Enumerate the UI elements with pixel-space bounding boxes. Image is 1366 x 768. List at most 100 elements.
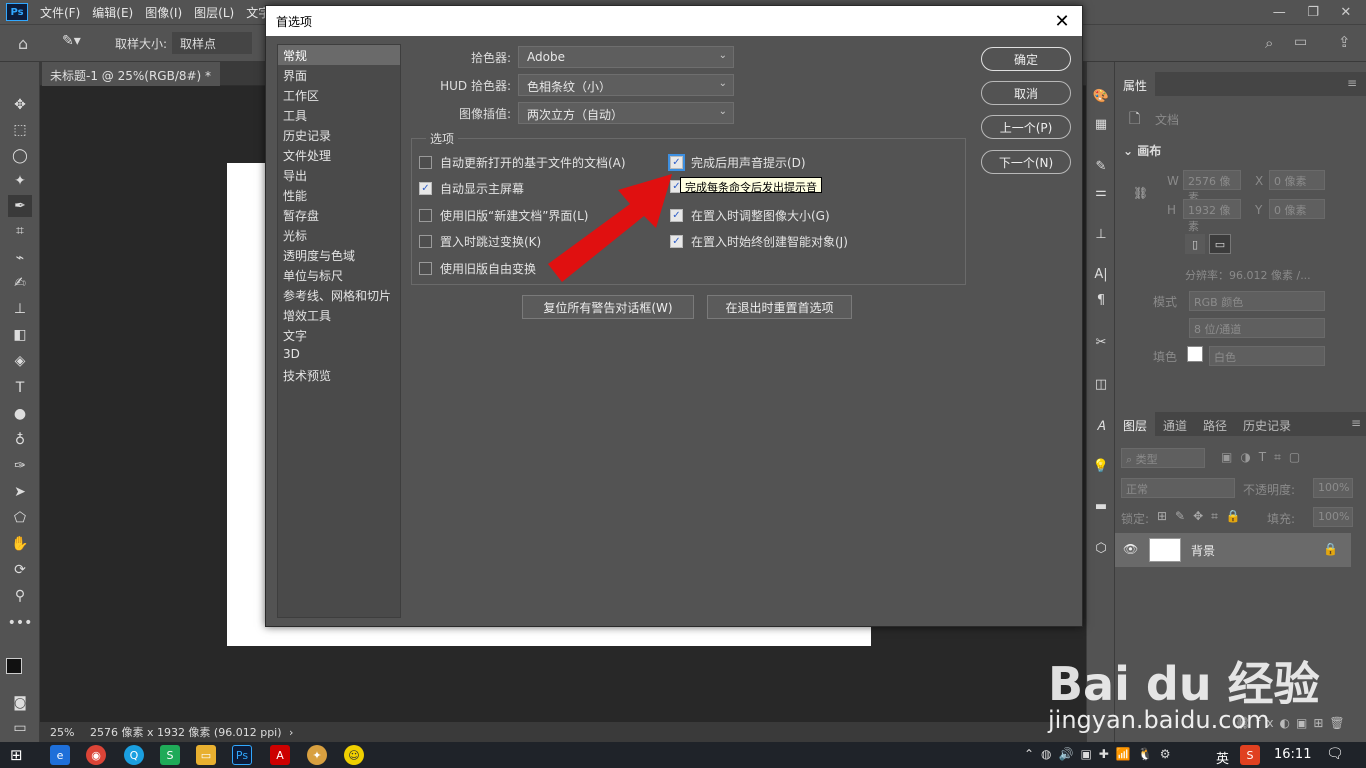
opacity-field[interactable]: 100% — [1313, 478, 1353, 498]
opt-legacy-free-transform[interactable]: 使用旧版自由变换 — [419, 260, 536, 277]
cancel-button[interactable]: 取消 — [981, 81, 1071, 105]
tray-icons[interactable]: ⌃◍🔊▣✚📶🐧⚙ — [1024, 747, 1178, 761]
fill-select[interactable]: 白色 — [1209, 346, 1325, 366]
dialog-close-icon[interactable]: ✕ — [1050, 9, 1074, 33]
palette-icon[interactable]: 🎨 — [1091, 86, 1111, 106]
lasso-tool-icon[interactable]: ◯ — [8, 145, 32, 167]
nav-item[interactable]: 单位与标尺 — [278, 265, 400, 285]
rotate-view-icon[interactable]: ⟳ — [8, 559, 32, 581]
blend-mode-select[interactable]: 正常 — [1121, 478, 1235, 498]
stamp-tool-icon[interactable]: ⊥ — [8, 298, 32, 320]
width-field[interactable]: 2576 像素 — [1183, 170, 1241, 204]
nav-item[interactable]: 3D — [278, 345, 400, 365]
dodge-tool-icon[interactable]: ♁ — [8, 429, 32, 451]
nav-item[interactable]: 技术预览 — [278, 365, 400, 385]
visibility-eye-icon[interactable]: 👁 — [1123, 542, 1138, 556]
bit-depth-select[interactable]: 8 位/通道 — [1189, 318, 1325, 338]
learn-icon[interactable]: 💡 — [1091, 456, 1111, 476]
blur-tool-icon[interactable]: ● — [8, 403, 32, 425]
app-icon[interactable]: ✦ — [307, 745, 327, 765]
windows-start-icon[interactable]: ⊞ — [10, 746, 23, 764]
quick-mask-icon[interactable]: ◙ — [8, 692, 32, 714]
hud-picker-select[interactable]: 色相条纹（小） ⌄ — [518, 74, 734, 96]
clock[interactable]: 16:11 — [1274, 747, 1311, 762]
interpolation-select[interactable]: 两次立方（自动） ⌄ — [518, 102, 734, 124]
swatches-icon[interactable]: ▦ — [1091, 114, 1111, 134]
tab-history[interactable]: 历史记录 — [1235, 412, 1299, 436]
mode-select[interactable]: RGB 颜色 — [1189, 291, 1325, 311]
checkbox[interactable] — [419, 262, 432, 275]
browser-icon[interactable]: Q — [124, 745, 144, 765]
crop-tool-icon[interactable]: ⌗ — [8, 220, 32, 242]
checkbox[interactable] — [419, 235, 432, 248]
sogou-icon[interactable]: S — [1240, 745, 1260, 765]
healing-brush-icon[interactable]: ⌁ — [8, 247, 32, 269]
tab-paths[interactable]: 路径 — [1195, 412, 1235, 436]
layer-filter-select[interactable]: ⌕ 类型 — [1121, 448, 1205, 468]
checkbox[interactable] — [419, 209, 432, 222]
zoom-tool-icon[interactable]: ⚲ — [8, 585, 32, 607]
share-icon[interactable]: ⇪ — [1338, 33, 1351, 51]
clone-source-icon[interactable]: ⊥ — [1091, 224, 1111, 244]
opt-show-home-screen[interactable]: ✓ 自动显示主屏幕 — [419, 180, 524, 197]
type-tool-icon[interactable]: T — [8, 377, 32, 399]
eraser-tool-icon[interactable]: ◧ — [8, 324, 32, 346]
eyedropper-tool-icon[interactable]: ✒ — [8, 195, 32, 217]
hand-tool-icon[interactable]: ✋ — [8, 533, 32, 555]
app-icon-2[interactable]: ☺ — [344, 745, 364, 765]
gradients-icon[interactable]: ▬ — [1091, 496, 1111, 516]
reset-prefs-on-quit-button[interactable]: 在退出时重置首选项 — [707, 295, 852, 319]
path-select-icon[interactable]: ➤ — [8, 481, 32, 503]
checkbox[interactable] — [419, 156, 432, 169]
fill-opacity-field[interactable]: 100% — [1313, 507, 1353, 527]
reset-warnings-button[interactable]: 复位所有警告对话框(W) — [522, 295, 694, 319]
nav-item[interactable]: 光标 — [278, 225, 400, 245]
paragraph-icon[interactable]: ¶ — [1091, 290, 1111, 310]
chevron-right-icon[interactable]: › — [289, 726, 293, 739]
layers-menu-icon[interactable]: ≡ — [1351, 416, 1361, 430]
tab-layers[interactable]: 图层 — [1115, 412, 1156, 436]
layer-row-background[interactable]: 👁 背景 🔒 — [1115, 533, 1351, 567]
file-explorer-icon[interactable]: ▭ — [196, 745, 216, 765]
zoom-level[interactable]: 25% — [50, 726, 74, 739]
workspace-icon[interactable]: ▭ — [1294, 34, 1307, 50]
landscape-orientation-icon[interactable]: ▭ — [1209, 234, 1231, 254]
chrome-icon[interactable]: ◉ — [86, 745, 106, 765]
tab-properties[interactable]: 属性 — [1115, 72, 1156, 96]
nav-item[interactable]: 工具 — [278, 105, 400, 125]
restore-icon[interactable]: ❐ — [1307, 5, 1319, 20]
adjustments-icon[interactable]: ⚌ — [1091, 182, 1111, 202]
y-field[interactable]: 0 像素 — [1269, 199, 1325, 219]
close-window-icon[interactable]: ✕ — [1340, 5, 1351, 20]
lock-icons[interactable]: ⊞✎✥⌗🔒 — [1157, 509, 1249, 524]
paint-bucket-icon[interactable]: ◈ — [8, 350, 32, 372]
nav-item[interactable]: 性能 — [278, 185, 400, 205]
nav-item[interactable]: 文字 — [278, 325, 400, 345]
panel-menu-icon[interactable]: ≡ — [1347, 76, 1357, 90]
next-button[interactable]: 下一个(N) — [981, 150, 1071, 174]
layer-filter-icons[interactable]: ▣◑T⌗▢ — [1221, 450, 1308, 465]
brush-tool-icon[interactable]: ✍ — [8, 272, 32, 294]
nav-item[interactable]: 工作区 — [278, 85, 400, 105]
nav-item[interactable]: 历史记录 — [278, 125, 400, 145]
ie-icon[interactable]: e — [50, 745, 70, 765]
checkbox[interactable]: ✓ — [419, 182, 432, 195]
nav-item[interactable]: 界面 — [278, 65, 400, 85]
menu-layer[interactable]: 图层(L) — [188, 4, 240, 21]
x-field[interactable]: 0 像素 — [1269, 170, 1325, 190]
character-icon[interactable]: A| — [1091, 264, 1111, 284]
opt-skip-transform[interactable]: 置入时跳过变换(K) — [419, 233, 541, 250]
shape-tool-icon[interactable]: ⬠ — [8, 507, 32, 529]
ime-indicator[interactable]: 英 — [1216, 748, 1229, 767]
nav-item[interactable]: 增效工具 — [278, 305, 400, 325]
marquee-tool-icon[interactable]: ⬚ — [8, 119, 32, 141]
3d-icon[interactable]: ⬡ — [1091, 538, 1111, 558]
tab-channels[interactable]: 通道 — [1155, 412, 1195, 436]
nav-item[interactable]: 透明度与色域 — [278, 245, 400, 265]
nav-item[interactable]: 导出 — [278, 165, 400, 185]
eyedropper-tool-icon[interactable]: ✎▾ — [62, 33, 81, 49]
previous-button[interactable]: 上一个(P) — [981, 115, 1071, 139]
portrait-orientation-icon[interactable]: ▯ — [1185, 234, 1205, 254]
notification-icon[interactable]: 🗨 — [1326, 746, 1344, 762]
more-tools-icon[interactable]: ••• — [8, 612, 33, 634]
